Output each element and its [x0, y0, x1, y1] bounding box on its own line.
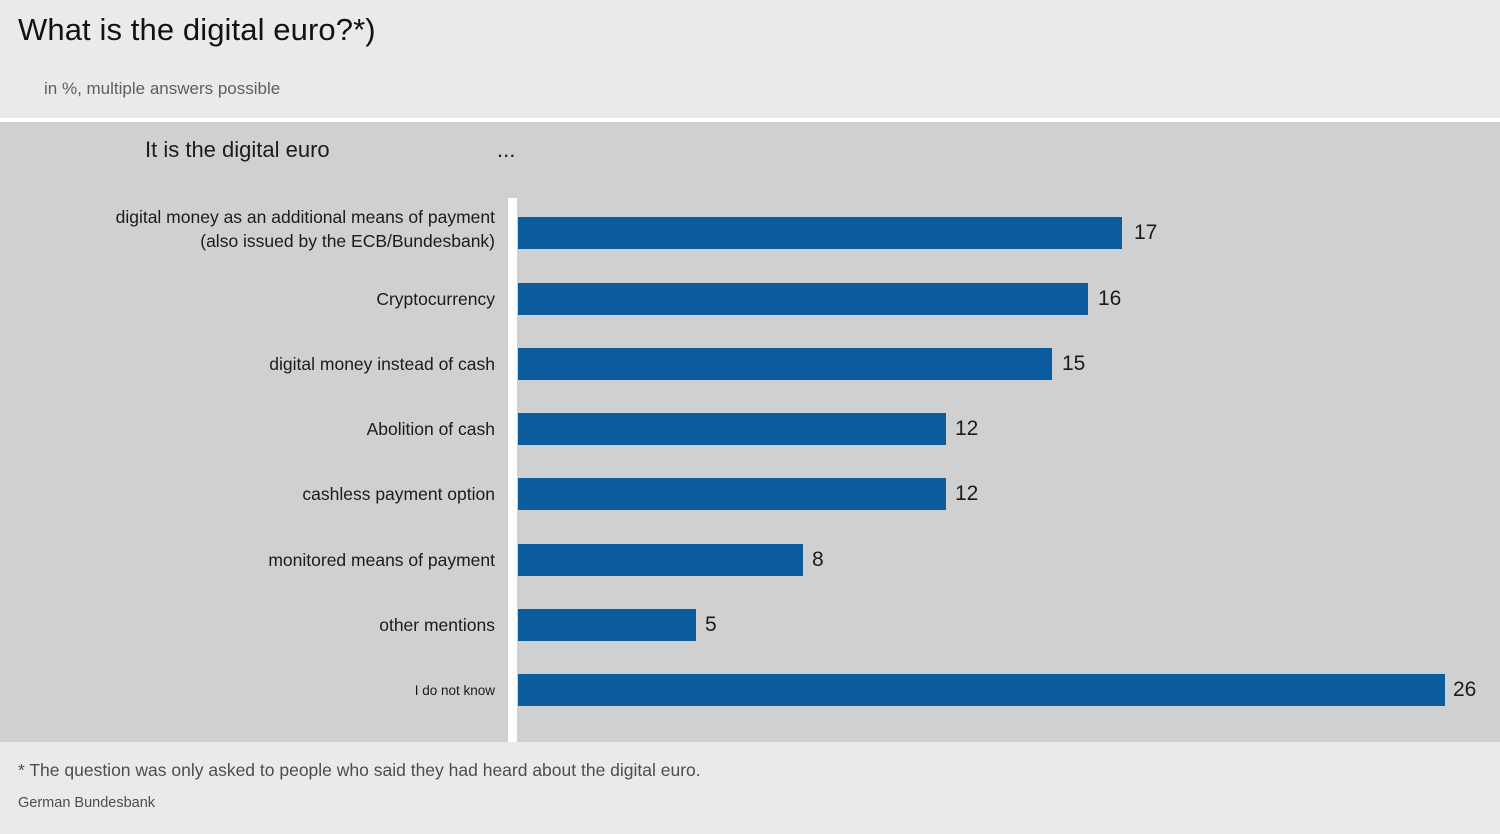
bar-segment: [518, 217, 1122, 249]
bar-value-label: 26: [1453, 678, 1477, 701]
bar-value-label: 12: [955, 417, 979, 440]
bar-row-label: digital money as an additional means of …: [115, 207, 495, 251]
plot-panel: It is the digital euro ... digital money…: [0, 122, 1500, 742]
bar-row-label: cashless payment option: [302, 484, 495, 504]
bar-value-label: 15: [1062, 352, 1086, 375]
bar-row-label: other mentions: [379, 615, 495, 635]
bar-value-label: 5: [705, 613, 717, 636]
bar-row-label: Abolition of cash: [366, 419, 495, 439]
bar-segment: [518, 674, 1445, 706]
bar-row-label: I do not know: [414, 683, 495, 698]
footer-band: * The question was only asked to people …: [0, 742, 1500, 834]
bar-segment: [518, 478, 946, 510]
bar-row-label: monitored means of payment: [268, 550, 495, 570]
bar-segment: [518, 413, 946, 445]
bar-segment: [518, 283, 1088, 315]
bar-value-label: 12: [955, 482, 979, 505]
chart-subtitle: in %, multiple answers possible: [44, 79, 281, 98]
header-band: What is the digital euro?*) in %, multip…: [0, 0, 1500, 118]
bar-row: other mentions 5: [0, 609, 1500, 641]
page-title: What is the digital euro?*): [18, 12, 376, 47]
bar-row: digital money as an additional means of …: [0, 207, 1500, 251]
bar-rows: digital money as an additional means of …: [0, 122, 1500, 742]
bar-row: monitored means of payment 8: [0, 544, 1500, 576]
bar-value-label: 17: [1134, 221, 1158, 244]
bar-row: digital money instead of cash 15: [0, 348, 1500, 380]
bar-row: Cryptocurrency 16: [0, 283, 1500, 315]
bar-value-label: 8: [812, 548, 824, 571]
bar-segment: [518, 609, 696, 641]
bar-row: I do not know 26: [0, 674, 1500, 706]
bar-row-label: digital money instead of cash: [269, 354, 495, 374]
bar-value-label: 16: [1098, 287, 1122, 310]
chart-figure: What is the digital euro?*) in %, multip…: [0, 0, 1500, 834]
bar-segment: [518, 544, 803, 576]
bar-row: Abolition of cash 12: [0, 413, 1500, 445]
footnote-text: * The question was only asked to people …: [18, 760, 701, 780]
bar-segment: [518, 348, 1052, 380]
source-text: German Bundesbank: [18, 795, 156, 811]
bar-row-label: Cryptocurrency: [376, 289, 495, 309]
bar-row: cashless payment option 12: [0, 478, 1500, 510]
